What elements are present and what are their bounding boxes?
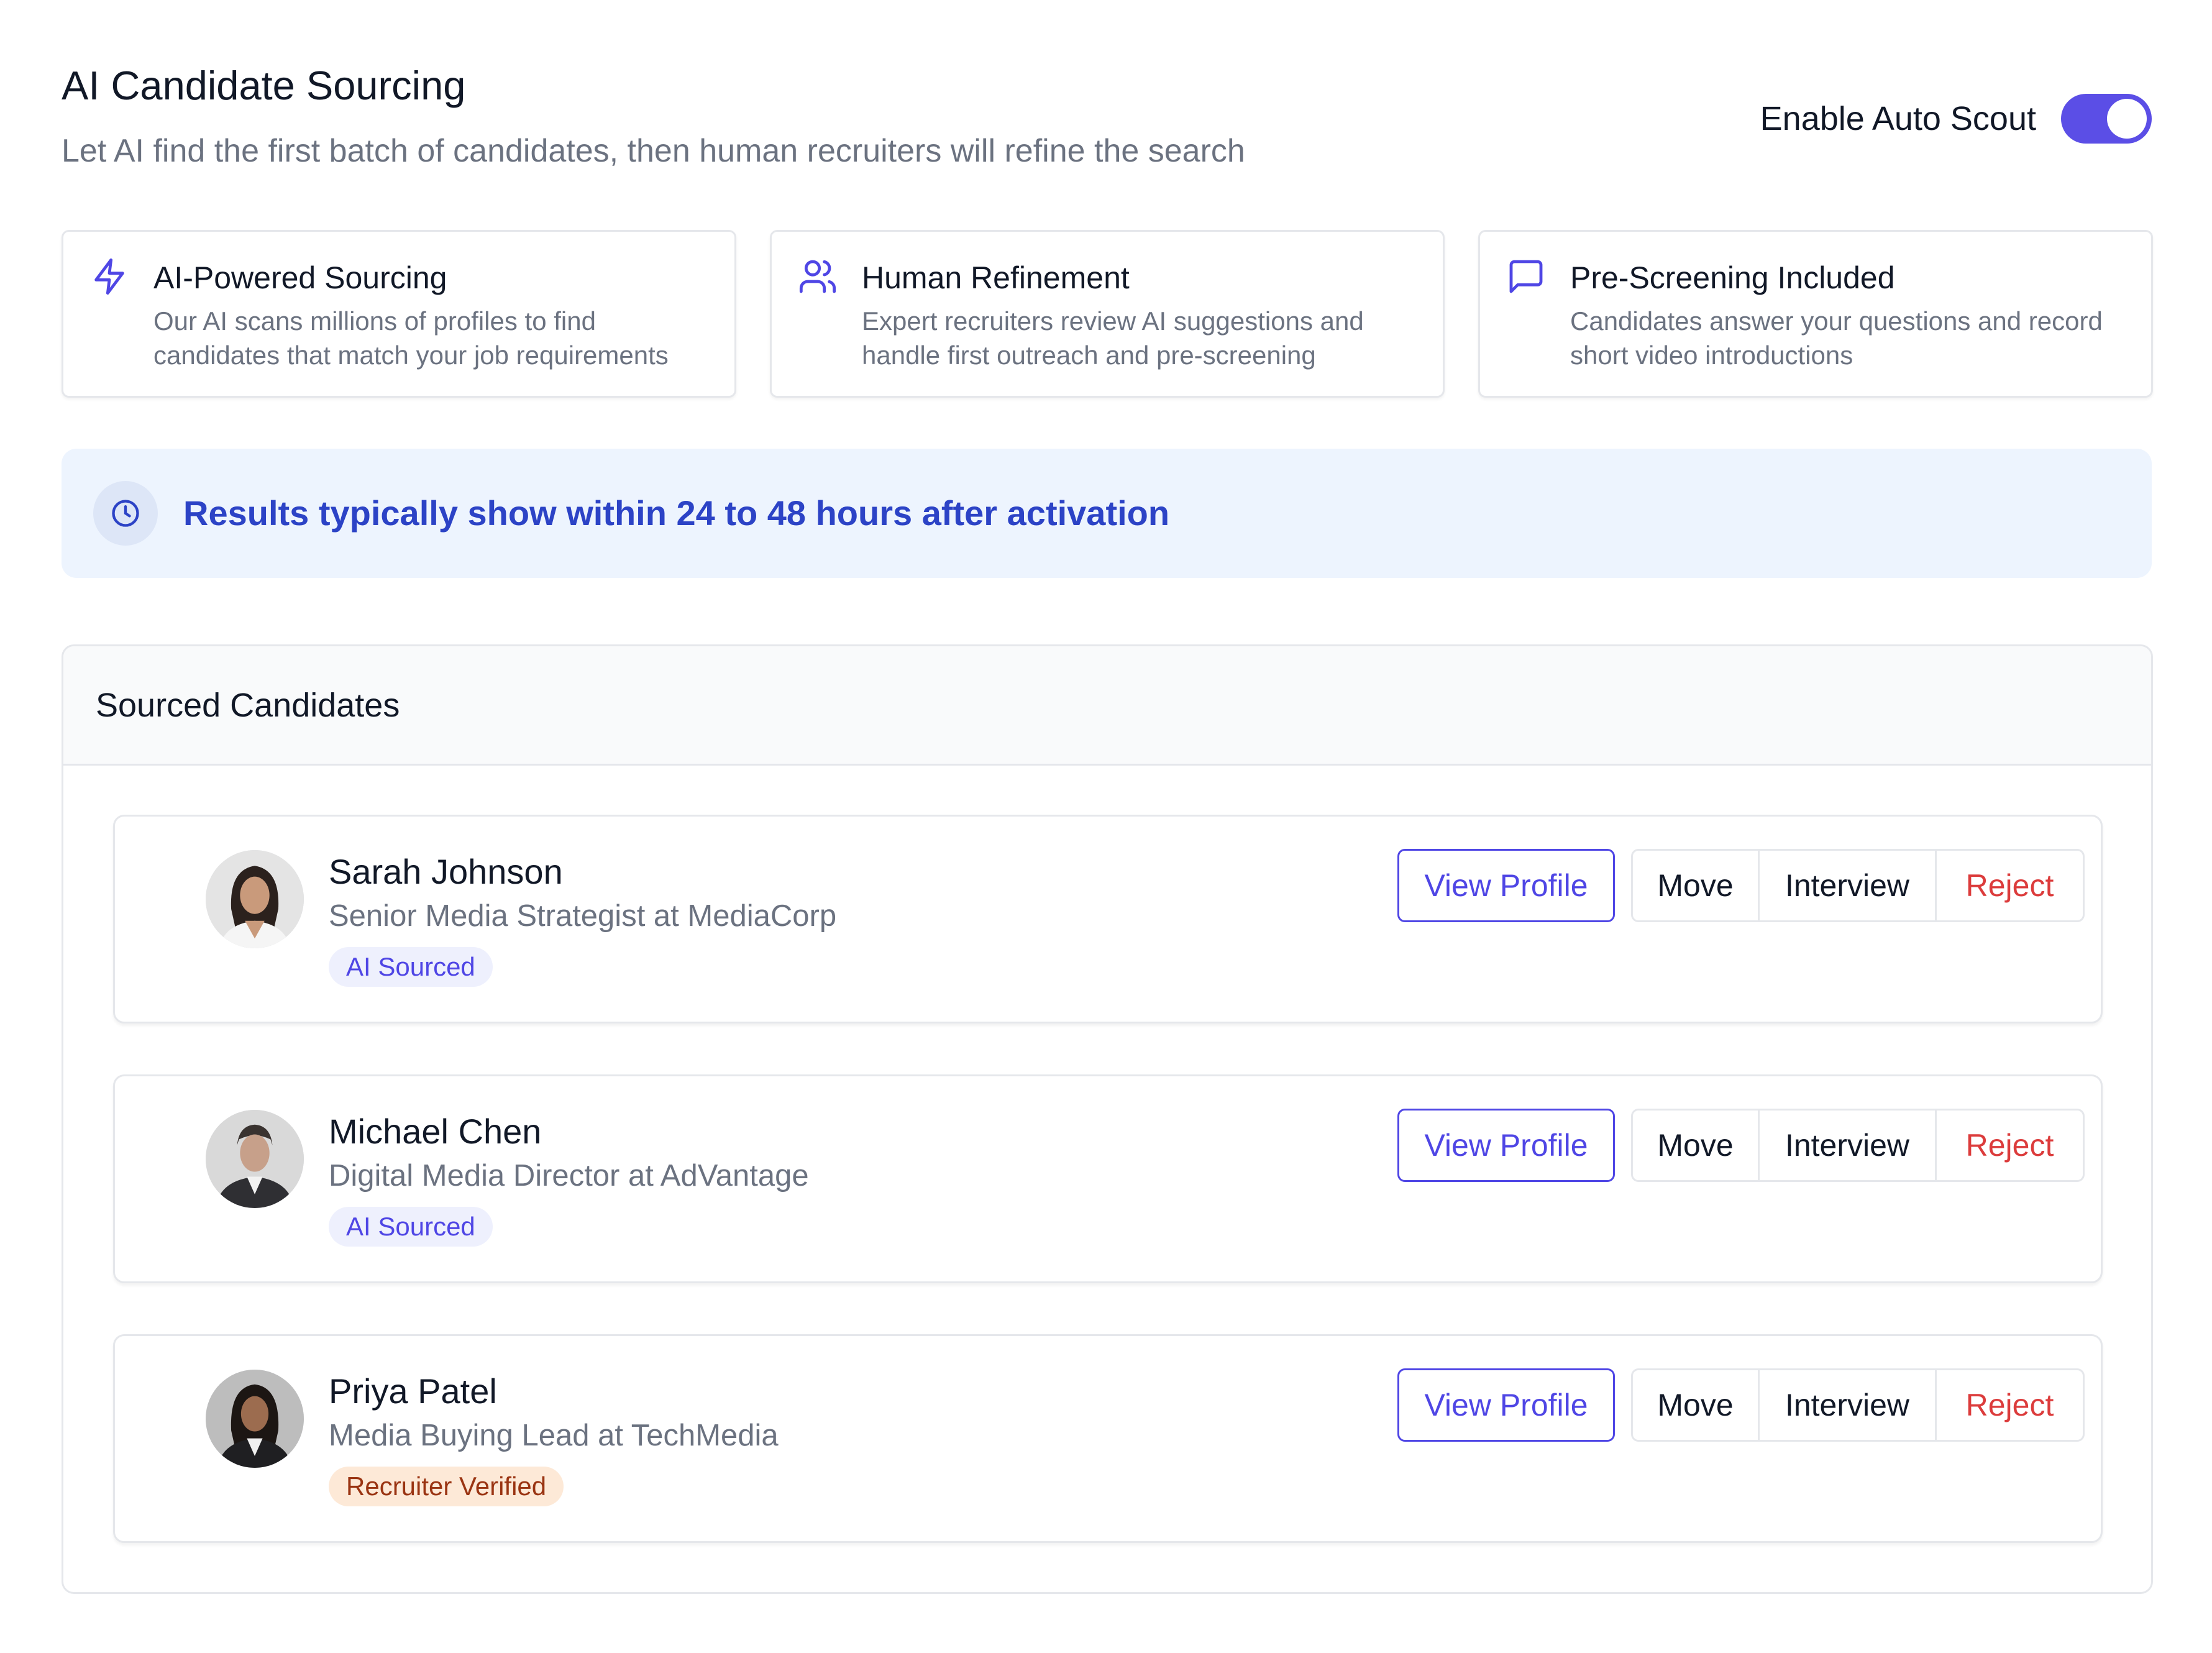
feature-card-ai-sourcing: AI-Powered Sourcing Our AI scans million…: [62, 230, 736, 398]
status-badge: AI Sourced: [329, 947, 493, 987]
reject-button[interactable]: Reject: [1937, 851, 2083, 920]
interview-button[interactable]: Interview: [1760, 1370, 1937, 1440]
banner-text: Results typically show within 24 to 48 h…: [183, 493, 1170, 533]
view-profile-button[interactable]: View Profile: [1397, 849, 1615, 922]
feature-title: Human Refinement: [862, 260, 1130, 295]
feature-title: Pre-Screening Included: [1570, 260, 1895, 295]
interview-button[interactable]: Interview: [1760, 1110, 1937, 1180]
move-button[interactable]: Move: [1633, 851, 1760, 920]
feature-description: Candidates answer your questions and rec…: [1570, 306, 2103, 370]
toggle-knob: [2107, 99, 2147, 139]
feature-cards: AI-Powered Sourcing Our AI scans million…: [62, 230, 2153, 399]
status-badge: AI Sourced: [329, 1207, 493, 1247]
avatar: [206, 1110, 304, 1208]
candidate-action-group: Move Interview Reject: [1631, 1109, 2085, 1182]
page-subtitle: Let AI find the first batch of candidate…: [62, 133, 1245, 169]
status-badge: Recruiter Verified: [329, 1467, 564, 1506]
avatar: [206, 1370, 304, 1468]
candidate-name: Priya Patel: [329, 1371, 497, 1411]
feature-description: Our AI scans millions of profiles to fin…: [153, 306, 669, 370]
feature-description: Expert recruiters review AI suggestions …: [862, 306, 1364, 370]
view-profile-button[interactable]: View Profile: [1397, 1368, 1615, 1442]
page-header: AI Candidate Sourcing Let AI find the fi…: [62, 60, 2152, 184]
feature-title: AI-Powered Sourcing: [153, 260, 447, 295]
candidate-action-group: Move Interview Reject: [1631, 1368, 2085, 1442]
users-icon: [798, 257, 838, 296]
candidate-action-group: Move Interview Reject: [1631, 849, 2085, 922]
lightning-icon: [89, 257, 129, 296]
candidate-card: Priya Patel Media Buying Lead at TechMed…: [113, 1334, 2103, 1543]
info-banner: Results typically show within 24 to 48 h…: [62, 449, 2152, 578]
page: AI Candidate Sourcing Let AI find the fi…: [0, 0, 2212, 1653]
auto-scout-toggle[interactable]: [2061, 94, 2152, 144]
reject-button[interactable]: Reject: [1937, 1110, 2083, 1180]
move-button[interactable]: Move: [1633, 1110, 1760, 1180]
panel-title: Sourced Candidates: [96, 687, 400, 724]
candidate-role: Digital Media Director at AdVantage: [329, 1159, 809, 1193]
auto-scout-control: Enable Auto Scout: [1760, 94, 2152, 144]
view-profile-button[interactable]: View Profile: [1397, 1109, 1615, 1182]
feature-card-pre-screening: Pre-Screening Included Candidates answer…: [1478, 230, 2153, 398]
candidate-role: Senior Media Strategist at MediaCorp: [329, 899, 837, 933]
candidate-card: Michael Chen Digital Media Director at A…: [113, 1074, 2103, 1283]
interview-button[interactable]: Interview: [1760, 851, 1937, 920]
panel-header: Sourced Candidates: [63, 646, 2151, 766]
move-button[interactable]: Move: [1633, 1370, 1760, 1440]
candidate-card: Sarah Johnson Senior Media Strategist at…: [113, 815, 2103, 1023]
clock-icon: [93, 481, 158, 546]
sourced-candidates-panel: Sourced Candidates Sarah Johnson Senior …: [62, 644, 2153, 1594]
auto-scout-label: Enable Auto Scout: [1760, 100, 2036, 137]
page-title: AI Candidate Sourcing: [62, 63, 466, 108]
candidate-name: Michael Chen: [329, 1112, 542, 1151]
candidate-role: Media Buying Lead at TechMedia: [329, 1419, 779, 1452]
feature-card-human-refinement: Human Refinement Expert recruiters revie…: [770, 230, 1445, 398]
reject-button[interactable]: Reject: [1937, 1370, 2083, 1440]
avatar: [206, 850, 304, 948]
candidate-name: Sarah Johnson: [329, 852, 563, 891]
message-square-icon: [1506, 257, 1546, 296]
